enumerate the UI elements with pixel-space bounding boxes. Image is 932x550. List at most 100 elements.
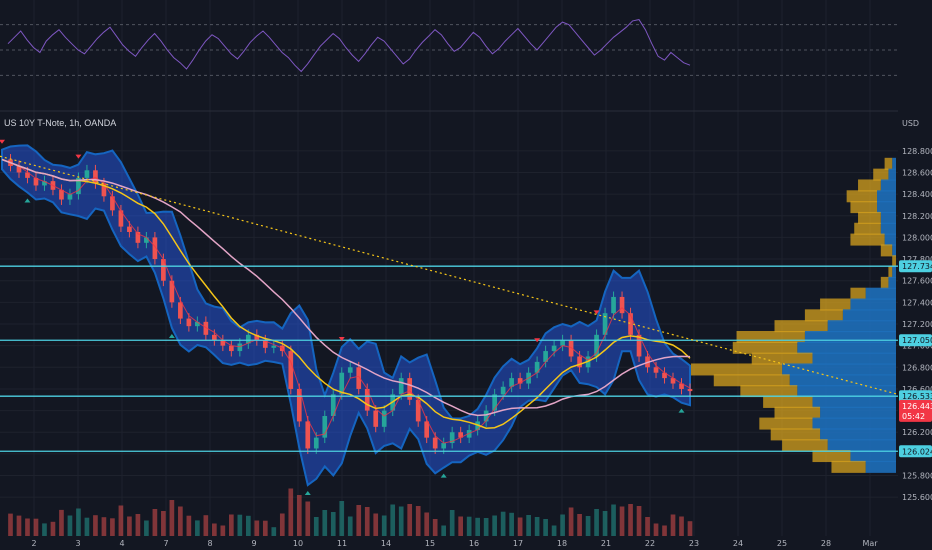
vp-bar-up [831,460,866,473]
volume-bar [475,517,480,536]
volume-bar [585,516,591,536]
volume-bar [59,509,64,536]
vp-bar-down [827,320,896,333]
candle-body [500,386,506,395]
volume-bar [228,514,234,536]
vp-bar-up [880,244,893,257]
volume-bar [517,517,523,536]
volume-bar [679,516,684,536]
volume-bar [441,525,447,536]
candle-body [551,345,557,352]
volume-bar [169,500,175,536]
time-tick-label: 22 [645,539,655,548]
time-tick-label: 2 [31,539,36,548]
vp-bar-up [850,233,885,246]
volume-bar [415,506,421,536]
time-tick-label: 11 [337,539,347,548]
candle-body [186,318,192,327]
volume-bar [356,505,362,536]
volume-bar [42,523,47,536]
price-axis[interactable]: USD 128.800 128.600 128.400 128.200 128.000 12… [898,0,932,550]
vp-bar-up [804,309,843,322]
time-axis[interactable]: 2 3 4 7 8 9 10 11 14 15 16 17 18 21 22 23 24 25 28 Mar [0,536,932,550]
vp-bar-up [873,168,889,181]
volume-bar [534,517,540,536]
candle-body [288,351,294,389]
price-tick-label: 126.200 [902,428,932,437]
vp-bar-up [774,406,821,419]
volume-bar [398,506,404,536]
volume-bar [203,515,209,536]
volume-bar [220,525,226,536]
volume-bar [602,511,608,536]
vp-bar-down [888,276,896,289]
vp-bar-up [888,266,893,279]
level-tag-text: 126.533 [902,392,932,401]
volume-bar [178,506,183,536]
price-tick-label: 128.200 [902,212,932,221]
volume-bar [670,514,676,536]
current-price-tag[interactable]: 126.44305:42 [899,399,932,422]
candle-body [212,334,217,341]
vp-bar-down [888,168,896,181]
volume-bar [449,510,455,536]
vp-bar-up [736,330,805,343]
candle-body [381,410,387,427]
volume-bar [339,501,345,536]
candle-body [441,443,447,449]
volume-bar [330,512,336,536]
volume-bar [195,520,200,536]
candle-body [653,367,659,373]
vp-bar-down [877,201,896,214]
vp-bar-down [827,439,896,452]
vp-bar-up [713,374,790,387]
time-tick-label: 10 [293,539,303,548]
vp-bar-down [789,374,896,387]
price-tick-label: 128.800 [902,147,932,156]
time-tick-label: 25 [777,539,787,548]
level-price-tag[interactable]: 127.050 [899,334,932,347]
volume-bar [390,504,396,536]
volume-bar [662,525,667,536]
vp-bar-up [691,363,783,376]
candle-body [237,343,243,352]
time-tick-label: 15 [425,539,435,548]
candle-body [424,421,430,438]
level-price-tag[interactable]: 127.734 [899,260,932,273]
volume-bar [322,510,328,536]
vp-bar-down [880,211,896,224]
volume-bar [33,518,39,536]
vp-bar-down [797,385,896,398]
volume-bar [144,520,149,536]
trading-chart[interactable]: 60.0040.0020.00 USD128.800128.600128.400… [0,0,932,550]
current-price-text: 126.443 [902,402,932,411]
vp-bar-up [854,222,881,235]
vp-bar-down [812,395,896,408]
price-tick-label: 125.600 [902,493,932,502]
volume-bar [288,488,294,536]
vp-bar-up [880,276,889,289]
vp-bar-up [858,179,881,192]
candle-body [84,170,90,178]
volume-bar [76,508,81,536]
volume-bar [152,509,158,536]
countdown-text: 05:42 [902,412,925,421]
volume-bar [424,512,430,536]
chart-background [0,0,932,550]
candle-body [432,437,438,449]
volume-bar [509,512,514,536]
time-tick-label: 4 [119,539,124,548]
price-tick-label: 127.600 [902,277,932,286]
candle-body [144,237,149,243]
vp-bar-up [732,341,798,354]
time-tick-label: Mar [862,539,878,548]
volume-bar [93,515,98,536]
level-price-tag[interactable]: 126.024 [899,445,932,458]
volume-bar [16,515,22,536]
candle-body [611,296,616,314]
volume-bar [687,521,693,536]
price-tick-label: 128.000 [902,233,932,242]
vp-bar-down [892,157,896,170]
volume-bar [619,506,625,536]
candle-body [127,226,132,232]
